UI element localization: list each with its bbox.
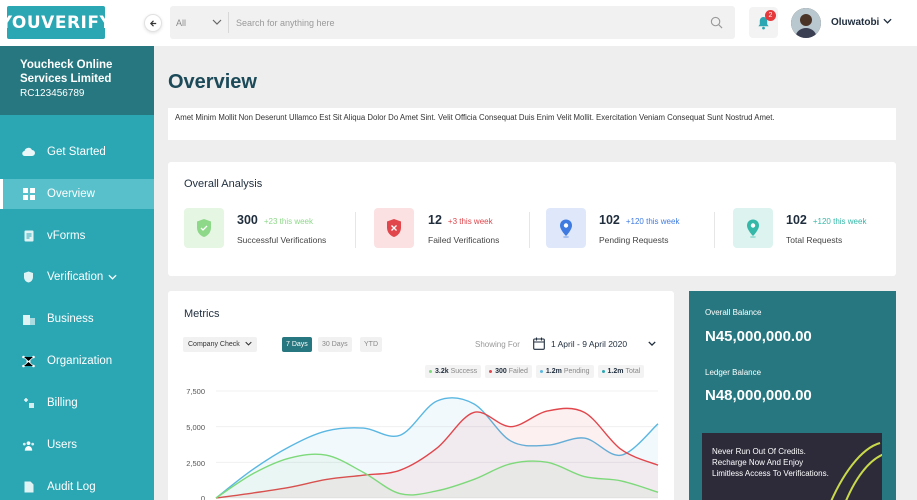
stat-divider — [529, 212, 530, 248]
sidebar-item-label: Get Started — [47, 146, 106, 158]
stat-value: 300 — [237, 213, 258, 227]
user-name[interactable]: Oluwatobi — [831, 17, 879, 28]
chevron-down-icon[interactable] — [883, 15, 892, 27]
sidebar-item-label: vForms — [47, 230, 86, 242]
shield-check-icon — [184, 208, 224, 248]
page-title: Overview — [168, 71, 257, 93]
location-pin-icon — [733, 208, 773, 248]
stat-delta: +3 this week — [447, 217, 493, 226]
sidebar-item-label: Billing — [47, 397, 78, 409]
stat-divider — [355, 212, 356, 248]
ledger-balance-label: Ledger Balance — [705, 368, 762, 377]
stat-delta: +120 this week — [625, 217, 680, 226]
stat-value: 102 — [786, 213, 807, 227]
cloud-icon — [22, 146, 35, 159]
sidebar-item-audit-log[interactable]: Audit Log — [0, 472, 154, 500]
stat-label: Failed Verifications — [428, 235, 500, 245]
search-bar: All — [170, 6, 735, 39]
notification-badge: 2 — [765, 10, 776, 21]
metrics-line-chart — [215, 390, 659, 499]
company-name: Youcheck Online Services Limited — [20, 59, 113, 85]
search-category-select[interactable]: All — [176, 6, 222, 39]
notifications-button[interactable]: 2 — [749, 7, 778, 38]
sidebar-item-business[interactable]: Business — [0, 304, 154, 334]
recharge-promo-banner[interactable]: Never Run Out Of Credits. Recharge Now A… — [702, 433, 882, 500]
sidebar-item-label: Verification — [47, 271, 104, 283]
back-button[interactable] — [144, 14, 162, 32]
sidebar-item-vforms[interactable]: vForms — [0, 221, 154, 251]
sidebar: Youcheck Online Services Limited RC12345… — [0, 46, 154, 500]
top-bar: YOUVERIFY All 2 Oluwatobi — [0, 0, 917, 46]
network-icon — [22, 355, 35, 368]
overall-analysis-card: Overall Analysis 300 +23 this week Succes… — [168, 162, 896, 276]
overall-balance-label: Overall Balance — [705, 308, 762, 317]
shield-icon — [22, 271, 35, 284]
avatar[interactable] — [791, 8, 821, 38]
stat-label: Successful Verifications — [237, 235, 327, 245]
stat-delta: +120 this week — [812, 217, 867, 226]
stat-value: 102 — [599, 213, 620, 227]
chevron-down-icon — [212, 17, 222, 28]
building-icon — [22, 313, 35, 326]
company-rc: RC123456789 — [20, 88, 85, 99]
sidebar-item-label: Overview — [47, 188, 95, 200]
stat-delta: +23 this week — [263, 217, 313, 226]
sidebar-item-overview[interactable]: Overview — [0, 179, 154, 209]
brand-logo-text: YOUVERIFY — [0, 12, 113, 33]
sidebar-item-users[interactable]: Users — [0, 430, 154, 460]
stat-label: Total Requests — [786, 235, 843, 245]
form-icon — [22, 230, 35, 243]
brand-logo[interactable]: YOUVERIFY — [0, 6, 112, 39]
stat-label: Pending Requests — [599, 235, 669, 245]
sidebar-item-billing[interactable]: Billing — [0, 388, 154, 418]
stat-divider — [714, 212, 715, 248]
log-icon — [22, 481, 35, 494]
grid-icon — [22, 188, 35, 201]
arrow-left-icon — [149, 19, 156, 27]
overall-balance-value: N45,000,000.00 — [705, 328, 812, 345]
sidebar-item-verification[interactable]: Verification — [0, 262, 154, 292]
sidebar-item-label: Business — [47, 313, 94, 325]
search-divider — [228, 12, 229, 33]
location-pin-icon — [546, 208, 586, 248]
users-icon — [22, 439, 35, 452]
company-header: Youcheck Online Services Limited RC12345… — [0, 46, 154, 115]
billing-icon — [22, 397, 35, 410]
search-icon[interactable] — [710, 16, 723, 29]
sidebar-item-organization[interactable]: Organization — [0, 346, 154, 376]
sidebar-item-label: Users — [47, 439, 78, 451]
search-category-label: All — [176, 17, 187, 28]
metrics-card: Metrics Company Check 7 Days 30 Days YTD… — [168, 291, 674, 500]
balance-card: Overall Balance N45,000,000.00 Ledger Ba… — [689, 291, 896, 500]
promo-text: Never Run Out Of Credits. Recharge Now A… — [712, 447, 829, 478]
shield-x-icon — [374, 208, 414, 248]
sidebar-item-get-started[interactable]: Get Started — [0, 137, 154, 167]
ledger-balance-value: N48,000,000.00 — [705, 387, 812, 404]
search-input[interactable] — [236, 12, 696, 33]
page-description: Amet Minim Mollit Non Deserunt Ullamco E… — [168, 108, 896, 140]
sidebar-item-label: Organization — [47, 355, 113, 367]
sidebar-item-label: Audit Log — [47, 481, 96, 493]
analysis-title: Overall Analysis — [184, 178, 263, 190]
stat-value: 12 — [428, 213, 442, 227]
chevron-down-icon — [108, 272, 117, 283]
